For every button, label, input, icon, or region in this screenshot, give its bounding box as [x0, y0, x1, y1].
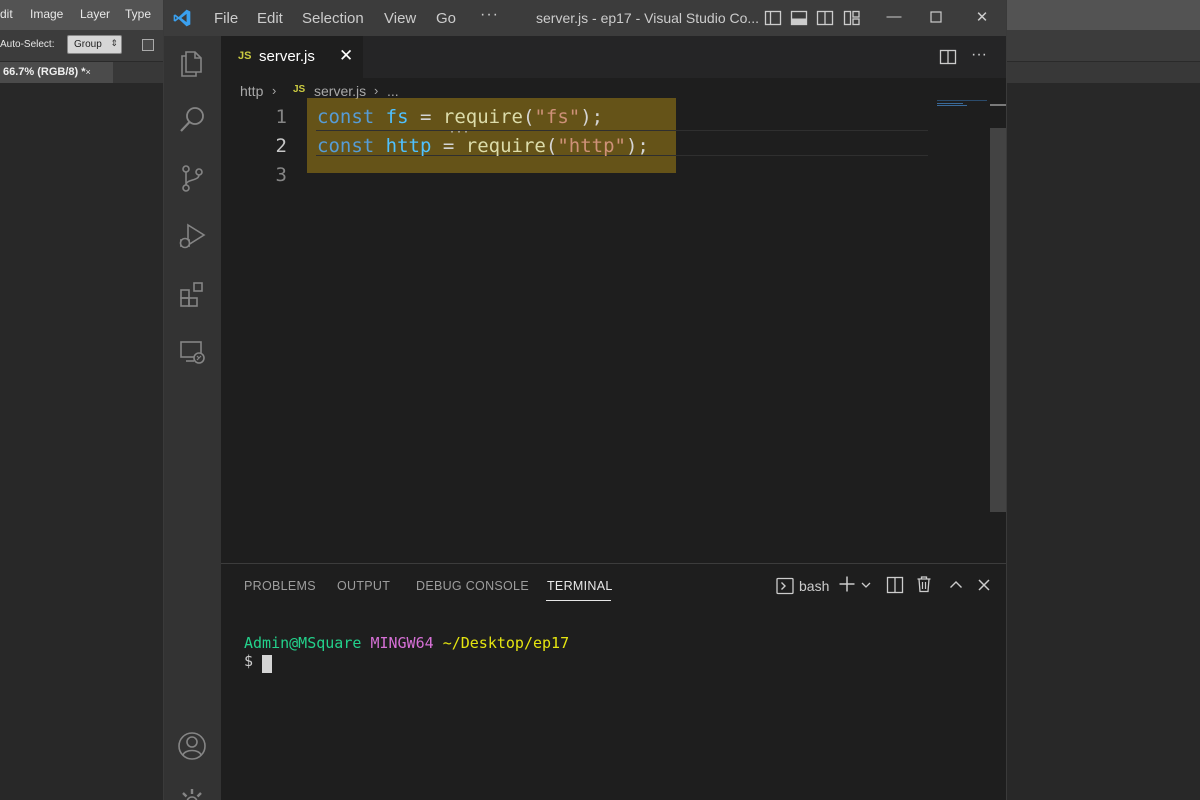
line-number: 1	[275, 106, 287, 128]
maximize-icon[interactable]	[929, 10, 943, 24]
menu-file[interactable]: File	[214, 10, 238, 27]
breadcrumb-symbols[interactable]: ...	[387, 83, 399, 99]
variable: fs	[385, 106, 409, 128]
customize-layout-icon[interactable]	[843, 9, 861, 27]
tab-server-js[interactable]: JS server.js ✕	[221, 36, 363, 78]
variable: http	[385, 135, 432, 157]
menu-edit[interactable]: Edit	[257, 10, 283, 27]
toggle-primary-sidebar-icon[interactable]	[764, 9, 782, 27]
more-actions-icon[interactable]: ···	[971, 46, 987, 64]
toggle-secondary-sidebar-icon[interactable]	[816, 9, 834, 27]
operator: =	[442, 135, 455, 157]
string-literal: "fs"	[534, 106, 581, 128]
vertical-scrollbar[interactable]	[990, 128, 1006, 512]
tab-output[interactable]: OUTPUT	[337, 579, 390, 593]
close-panel-icon[interactable]	[976, 577, 992, 593]
active-tab-indicator	[546, 600, 611, 601]
line-number: 2	[275, 135, 287, 157]
editor-area: JS server.js ✕ ··· http › JS server.js ›…	[221, 36, 1006, 563]
terminal-path: ~/Desktop/ep17	[442, 634, 570, 652]
menu-more-icon[interactable]: ···	[480, 6, 499, 24]
toggle-panel-icon[interactable]	[790, 9, 808, 27]
tab-debug-console[interactable]: DEBUG CONSOLE	[416, 579, 529, 593]
trash-icon[interactable]	[915, 575, 933, 593]
chevron-up-icon[interactable]	[948, 577, 964, 593]
terminal-icon[interactable]	[776, 577, 794, 595]
explorer-icon[interactable]	[176, 46, 208, 78]
settings-gear-icon[interactable]	[176, 786, 208, 800]
code-editor[interactable]: 1 2 3 const fs = require("fs"); ··· cons…	[221, 98, 991, 563]
tab-label: server.js	[259, 48, 315, 65]
select-arrows-icon: ⇕	[110, 38, 118, 48]
js-file-icon: JS	[238, 50, 252, 62]
ps-menu-type[interactable]: Type	[125, 7, 151, 21]
new-terminal-plus-icon[interactable]	[838, 575, 856, 593]
vscode-window: File Edit Selection View Go ··· server.j…	[163, 0, 1007, 800]
punctuation: );	[625, 135, 649, 157]
minimize-icon[interactable]: —	[883, 8, 905, 25]
code-line-1[interactable]: const fs = require("fs");	[317, 106, 603, 128]
title-bar: File Edit Selection View Go ··· server.j…	[164, 0, 1006, 36]
scrollbar-marker	[990, 104, 1006, 106]
line-number: 3	[275, 164, 287, 186]
punctuation: );	[580, 106, 604, 128]
activity-bar	[164, 36, 221, 800]
string-literal: "http"	[557, 135, 626, 157]
ps-menu-image[interactable]: Image	[30, 7, 63, 21]
menu-selection[interactable]: Selection	[302, 10, 364, 27]
window-title: server.js - ep17 - Visual Studio Co...	[536, 10, 760, 26]
function-name: require	[465, 135, 546, 157]
split-editor-icon[interactable]	[939, 48, 957, 66]
ps-document-tab[interactable]: 66.7% (RGB/8) *×	[0, 62, 113, 83]
terminal-cursor	[262, 655, 272, 673]
extensions-icon[interactable]	[176, 278, 208, 310]
vscode-logo-icon	[173, 9, 191, 27]
ps-menu-layer[interactable]: Layer	[80, 7, 110, 21]
search-icon[interactable]	[176, 104, 208, 136]
function-name: require	[442, 106, 523, 128]
split-terminal-icon[interactable]	[886, 576, 904, 594]
breadcrumb-folder[interactable]: http	[240, 83, 263, 99]
operator: =	[420, 106, 432, 128]
group-select[interactable]: Group ⇕	[67, 35, 122, 54]
keyword: const	[317, 135, 375, 157]
menu-go[interactable]: Go	[436, 10, 456, 27]
ps-checkbox[interactable]	[142, 39, 154, 51]
ps-document-close-icon[interactable]: ×	[86, 67, 91, 77]
tab-close-icon[interactable]: ✕	[339, 46, 353, 66]
group-select-value: Group	[74, 39, 102, 50]
terminal-output[interactable]: Admin@MSquare MINGW64 ~/Desktop/ep17 $	[244, 634, 569, 670]
ps-document-tab-label: 66.7% (RGB/8) *	[3, 66, 86, 78]
ps-menu-edit[interactable]: dit	[0, 7, 13, 21]
editor-tabs: JS server.js ✕ ···	[221, 36, 1006, 78]
minimap[interactable]	[937, 100, 987, 108]
menu-view[interactable]: View	[384, 10, 416, 27]
account-icon[interactable]	[176, 730, 208, 762]
js-file-icon: JS	[293, 84, 306, 95]
keyword: const	[317, 106, 375, 128]
punctuation: (	[545, 135, 558, 157]
bottom-panel: PROBLEMS OUTPUT DEBUG CONSOLE TERMINAL b…	[221, 563, 1006, 800]
punctuation: (	[522, 106, 535, 128]
tab-problems[interactable]: PROBLEMS	[244, 579, 316, 593]
terminal-host: MINGW64	[370, 634, 434, 652]
chevron-down-icon[interactable]	[860, 579, 872, 591]
chevron-right-icon: ›	[374, 83, 379, 98]
tab-terminal[interactable]: TERMINAL	[547, 579, 613, 593]
close-window-icon[interactable]: ✕	[971, 8, 993, 26]
remote-explorer-icon[interactable]	[176, 336, 208, 368]
code-line-2[interactable]: const http = require("http");	[317, 135, 649, 157]
auto-select-label: Auto-Select:	[0, 39, 55, 50]
terminal-shell-name[interactable]: bash	[799, 578, 829, 594]
source-control-icon[interactable]	[176, 162, 208, 194]
chevron-right-icon: ›	[272, 83, 277, 98]
terminal-user: Admin@MSquare	[244, 634, 362, 652]
terminal-prompt: $	[244, 652, 254, 670]
run-debug-icon[interactable]	[176, 220, 208, 252]
breadcrumb-file[interactable]: server.js	[314, 83, 366, 99]
